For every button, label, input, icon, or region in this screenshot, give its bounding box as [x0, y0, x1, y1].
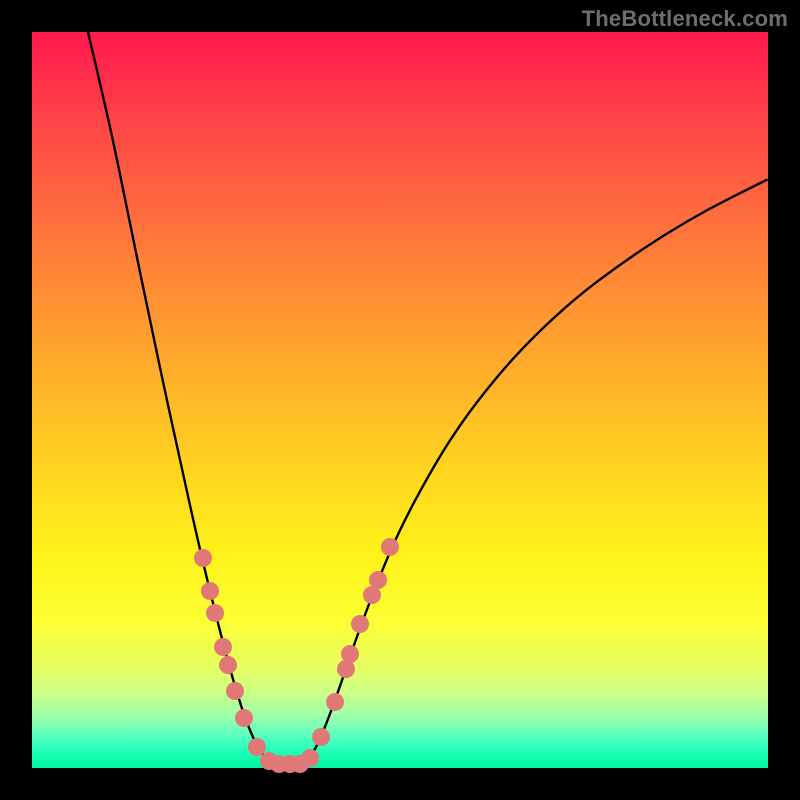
data-marker [206, 604, 224, 622]
data-marker [194, 549, 212, 567]
data-marker [381, 538, 399, 556]
data-marker [235, 709, 253, 727]
data-marker [219, 656, 237, 674]
bottleneck-curve [32, 32, 768, 768]
data-marker [226, 682, 244, 700]
data-marker [214, 638, 232, 656]
data-marker [301, 749, 319, 767]
curve-path [88, 32, 768, 764]
chart-frame: TheBottleneck.com [0, 0, 800, 800]
data-marker [312, 728, 330, 746]
watermark-text: TheBottleneck.com [582, 6, 788, 32]
plot-area [32, 32, 768, 768]
data-marker [341, 645, 359, 663]
data-marker [326, 693, 344, 711]
